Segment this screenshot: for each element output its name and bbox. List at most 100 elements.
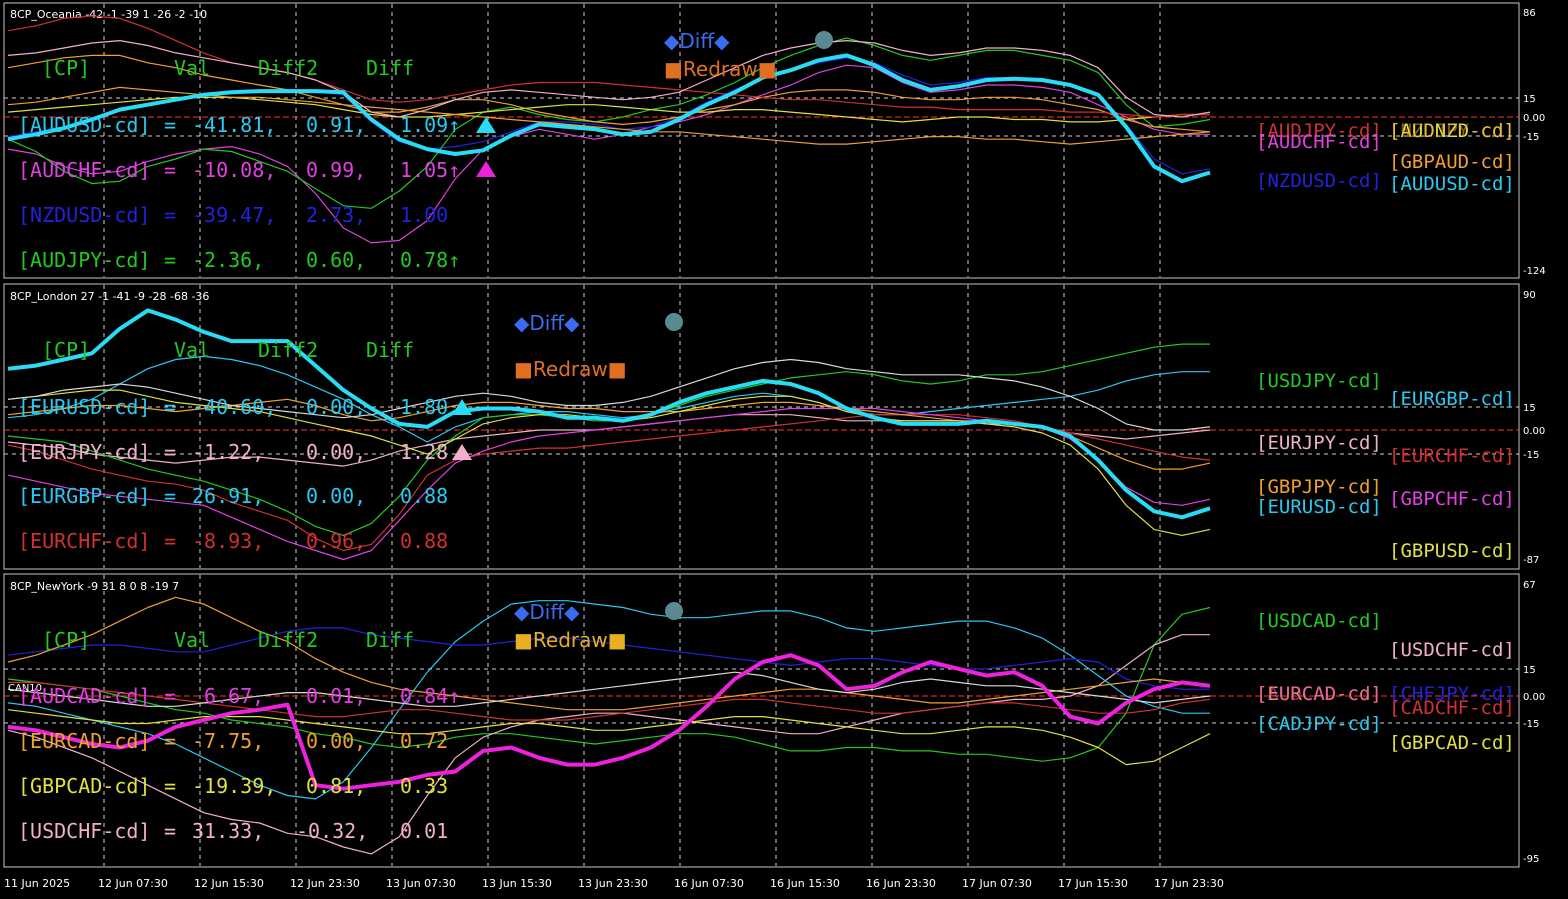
row-diff2: 0.60, xyxy=(306,248,366,272)
series-label: [NZDUSD-cd] xyxy=(1256,170,1382,192)
row-label: [NZDUSD-cd] xyxy=(18,203,150,227)
header-diff: Diff xyxy=(366,628,414,652)
redraw-button[interactable]: ■Redraw■ xyxy=(514,628,627,652)
row-eq: = xyxy=(164,440,176,464)
row-eq: = xyxy=(164,203,176,227)
y-tick-15: 15 xyxy=(1523,94,1536,105)
redraw-button[interactable]: ■Redraw■ xyxy=(664,57,777,81)
time-tick-label: 17 Jun 15:30 xyxy=(1058,877,1128,890)
redraw-button[interactable]: ■Redraw■ xyxy=(514,357,627,381)
series-label: [GBPAUD-cd] xyxy=(1389,151,1515,173)
row-diff: 0.33 xyxy=(400,774,448,798)
row-diff: 0.72 xyxy=(400,729,448,753)
series-label: [AUDUSD-cd] xyxy=(1389,173,1515,195)
row-diff2: -0.32, xyxy=(296,819,368,843)
y-tick-minus15: -15 xyxy=(1523,132,1539,143)
row-val: -41.81, xyxy=(192,113,276,137)
header-cp: [CP] xyxy=(42,628,90,652)
row-diff: 0.88 xyxy=(400,529,448,553)
row-val: 6.67, xyxy=(204,684,264,708)
row-val: -7.75, xyxy=(192,729,264,753)
row-diff2: 0.00, xyxy=(306,484,366,508)
time-tick-label: 16 Jun 07:30 xyxy=(674,877,744,890)
y-tick-min: -87 xyxy=(1523,555,1539,566)
header-cp: [CP] xyxy=(42,338,90,362)
row-diff2: 0.01, xyxy=(306,684,366,708)
series-label: [USDCHF-cd] xyxy=(1389,639,1515,661)
header-cp: [CP] xyxy=(42,56,90,80)
series-label: [AUDCHF-cd] xyxy=(1256,131,1382,153)
row-label: [GBPCAD-cd] xyxy=(18,774,150,798)
y-tick-minus15: -15 xyxy=(1523,450,1539,461)
row-val: -1.22, xyxy=(192,440,264,464)
row-diff2: 0.99, xyxy=(306,158,366,182)
panel-newyork-title: 8CP_NewYork -9 31 8 0 8 -19 7 xyxy=(10,580,179,593)
header-diff2: Diff2 xyxy=(258,56,318,80)
row-label: [USDCHF-cd] xyxy=(18,819,150,843)
row-eq: = xyxy=(164,248,176,272)
header-diff2: Diff2 xyxy=(258,338,318,362)
y-tick-min: -95 xyxy=(1523,854,1539,865)
time-tick-label: 17 Jun 07:30 xyxy=(962,877,1032,890)
y-tick-max: 67 xyxy=(1523,580,1536,591)
time-tick-label: 11 Jun 2025 xyxy=(4,877,70,890)
row-val: -8.93, xyxy=(192,529,264,553)
time-tick-label: 16 Jun 15:30 xyxy=(770,877,840,890)
row-diff: 0.88 xyxy=(400,484,448,508)
time-tick-label: 12 Jun 23:30 xyxy=(290,877,360,890)
row-diff2: 0.81, xyxy=(306,774,366,798)
row-label: [EURCHF-cd] xyxy=(18,529,150,553)
series-label: [EURJPY-cd] xyxy=(1256,432,1382,454)
y-tick-15: 15 xyxy=(1523,665,1536,676)
series-label: [GBPUSD-cd] xyxy=(1389,540,1515,562)
row-label: [EURJPY-cd] xyxy=(18,440,150,464)
chart-root: 8CP_Oceania -42 -1 -39 1 -26 -2 -10 86 1… xyxy=(0,0,1568,899)
y-tick-zero: 0.00 xyxy=(1523,113,1545,124)
header-val: Val xyxy=(174,338,210,362)
series-label: [USDCAD-cd] xyxy=(1256,610,1382,632)
row-val: -2.36, xyxy=(192,248,264,272)
dot-icon xyxy=(665,602,683,620)
row-val: 26.91, xyxy=(192,484,264,508)
row-eq: = xyxy=(164,774,176,798)
row-val: -10.08, xyxy=(192,158,276,182)
time-tick-label: 13 Jun 07:30 xyxy=(386,877,456,890)
row-val: -40.60, xyxy=(192,395,276,419)
series-label: [GBPCHF-cd] xyxy=(1389,488,1515,510)
time-tick-label: 17 Jun 23:30 xyxy=(1154,877,1224,890)
row-diff: 0.01 xyxy=(400,819,448,843)
row-label: [EURCAD-cd] xyxy=(18,729,150,753)
header-val: Val xyxy=(174,56,210,80)
series-label: [GBPCAD-cd] xyxy=(1389,732,1515,754)
series-label: [AUDCAD-cd] xyxy=(1256,683,1382,705)
y-tick-zero: 0.00 xyxy=(1523,426,1545,437)
y-tick-max: 90 xyxy=(1523,290,1536,301)
diff-button[interactable]: ◆Diff◆ xyxy=(664,29,730,53)
time-tick-label: 13 Jun 23:30 xyxy=(578,877,648,890)
time-tick-label: 12 Jun 15:30 xyxy=(194,877,264,890)
row-diff2: 0.00, xyxy=(306,729,366,753)
row-diff: 1.28 xyxy=(400,440,448,464)
row-label: [EURUSD-cd] xyxy=(18,395,150,419)
row-diff: 1.09↑ xyxy=(400,113,460,137)
diff-button[interactable]: ◆Diff◆ xyxy=(514,311,580,335)
row-eq: = xyxy=(164,484,176,508)
row-diff2: 0.00, xyxy=(306,440,366,464)
time-tick-label: 16 Jun 23:30 xyxy=(866,877,936,890)
time-tick-label: 12 Jun 07:30 xyxy=(98,877,168,890)
header-diff: Diff xyxy=(366,338,414,362)
series-label: [EURCHF-cd] xyxy=(1389,445,1515,467)
row-label: [AUDJPY-cd] xyxy=(18,248,150,272)
header-diff2: Diff2 xyxy=(258,628,318,652)
row-diff: 0.78↑ xyxy=(400,248,460,272)
diff-button[interactable]: ◆Diff◆ xyxy=(514,600,580,624)
row-eq: = xyxy=(164,684,176,708)
row-diff: 0.84↑ xyxy=(400,684,460,708)
series-label: [CADCHF-cd] xyxy=(1389,697,1515,719)
series-label: [NZDJPY-cd] xyxy=(1389,120,1515,142)
series-label: [EURGBP-cd] xyxy=(1389,388,1515,410)
series-label: [GBPJPY-cd] xyxy=(1256,476,1382,498)
row-val: -19.39, xyxy=(192,774,276,798)
row-diff2: 0.91, xyxy=(306,113,366,137)
row-eq: = xyxy=(164,529,176,553)
